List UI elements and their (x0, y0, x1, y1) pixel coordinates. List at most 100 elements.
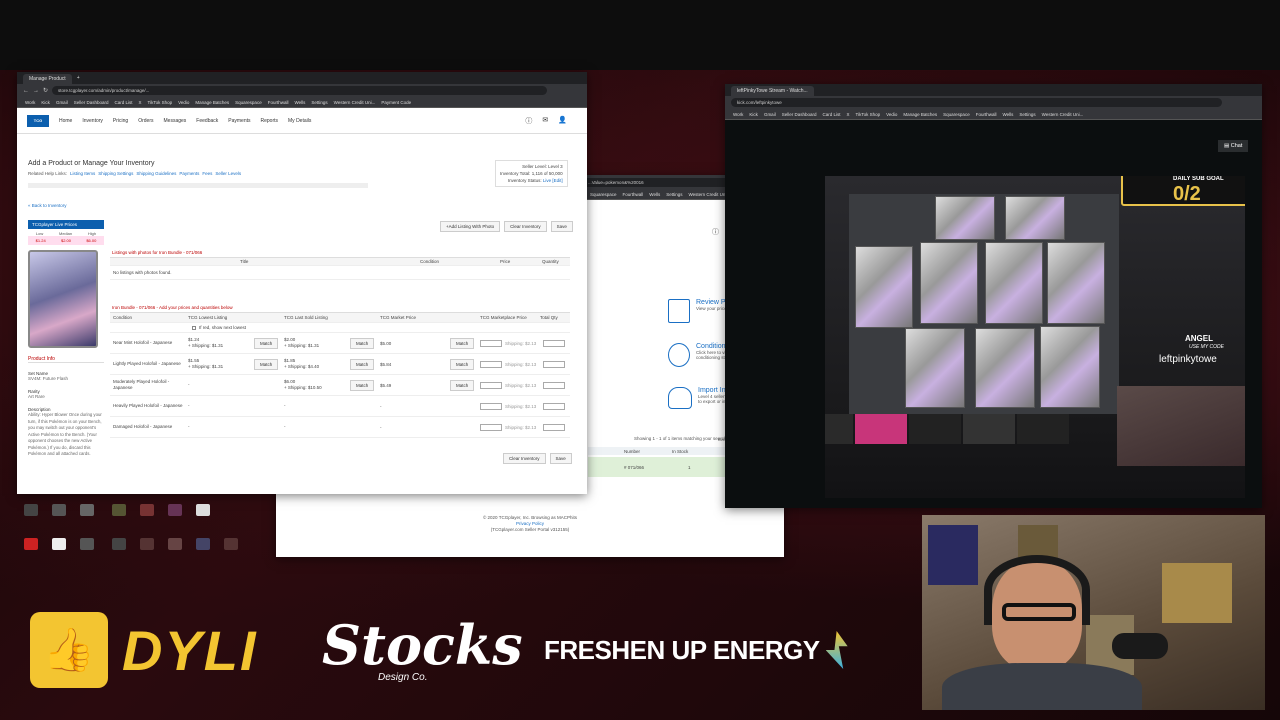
match-button[interactable]: Match (450, 337, 474, 349)
bookmark-item[interactable]: Squarespace (235, 100, 262, 105)
clear-inventory-button-bottom[interactable]: Clear Inventory (503, 453, 546, 464)
bookmark-item[interactable]: Gmail (56, 100, 68, 105)
kick-bookmark[interactable]: Kick (749, 112, 758, 117)
back-icon[interactable]: ← (23, 88, 29, 94)
clear-inventory-button[interactable]: Clear Inventory (504, 221, 547, 232)
new-tab-icon[interactable]: + (77, 75, 80, 81)
help-link[interactable]: Listing Items (70, 171, 95, 176)
user-icon[interactable]: 👤 (558, 116, 567, 126)
desktop-icon[interactable] (112, 504, 126, 516)
bookmark-item[interactable]: Manage Batches (195, 100, 229, 105)
second-bookmark[interactable]: Fourthwall (623, 192, 644, 197)
desktop-icon[interactable] (80, 538, 94, 550)
kick-bookmark[interactable]: Work (733, 112, 743, 117)
desktop-icon[interactable] (196, 538, 210, 550)
second-bookmark[interactable]: Settings (666, 192, 682, 197)
match-button[interactable]: Match (450, 379, 474, 391)
nav-orders[interactable]: Orders (138, 118, 153, 124)
bookmark-item[interactable]: Payment Code (381, 100, 411, 105)
kick-bookmark[interactable]: Vedio (886, 112, 897, 117)
match-button[interactable]: Match (350, 337, 374, 349)
kick-bookmark[interactable]: Squarespace (943, 112, 970, 117)
marketplace-price-input[interactable] (480, 381, 502, 389)
save-button[interactable]: Save (550, 221, 573, 232)
desktop-icon[interactable] (168, 538, 182, 550)
kick-url-bar[interactable]: kick.com/leftpinkytowe (731, 98, 1222, 107)
bookmark-item[interactable]: Card List (114, 100, 132, 105)
add-listing-photo-button[interactable]: +Add Listing With Photo (440, 221, 501, 232)
quantity-input[interactable] (543, 339, 565, 347)
kick-bookmark[interactable]: Settings (1019, 112, 1035, 117)
match-button[interactable]: Match (350, 379, 374, 391)
stream-video[interactable]: DAILY SUB GOAL 0/2 ANGEL USE MY CODE lef… (825, 176, 1245, 498)
bookmark-item[interactable]: Western Credit Uni... (334, 100, 376, 105)
chat-button[interactable]: ▤ Chat (1218, 140, 1249, 152)
help-link[interactable]: Payments (179, 171, 199, 176)
bookmark-item[interactable]: Settings (311, 100, 327, 105)
kick-bookmark[interactable]: Wells (1002, 112, 1013, 117)
help-link[interactable]: Shipping Settings (98, 171, 133, 176)
nav-inventory[interactable]: Inventory (82, 118, 103, 124)
reload-icon[interactable]: ↻ (43, 87, 48, 94)
inventory-status-link[interactable]: Live [Edit] (543, 178, 563, 183)
second-bookmark[interactable]: Wells (649, 192, 660, 197)
desktop-icon[interactable] (112, 538, 126, 550)
nav-pricing[interactable]: Pricing (113, 118, 128, 124)
desktop-icon[interactable] (168, 504, 182, 516)
quantity-input[interactable] (543, 360, 565, 368)
match-button[interactable]: Match (254, 358, 278, 370)
bookmark-item[interactable]: Work (25, 100, 35, 105)
quantity-input[interactable] (543, 402, 565, 410)
browser-tab[interactable]: Manage Product (23, 74, 72, 84)
bookmark-item[interactable]: Wells (294, 100, 305, 105)
desktop-icon[interactable] (80, 504, 94, 516)
forward-icon[interactable]: → (33, 88, 39, 94)
nav-feedback[interactable]: Feedback (196, 118, 218, 124)
kick-bookmark[interactable]: TikTok Shop (856, 112, 881, 117)
bookmark-item[interactable]: X (139, 100, 142, 105)
nav-reports[interactable]: Reports (261, 118, 279, 124)
second-url-bar[interactable]: ...Value=pokemon&%20016 (582, 177, 744, 187)
match-button[interactable]: Match (450, 358, 474, 370)
back-to-inventory-link[interactable]: « Back to Inventory (28, 203, 67, 208)
quantity-input[interactable] (543, 423, 565, 431)
col-in-stock[interactable]: In Stock (672, 449, 688, 454)
show-next-lowest-checkbox[interactable] (192, 325, 196, 330)
quantity-input[interactable] (543, 381, 565, 389)
bookmark-item[interactable]: Seller Dashboard (74, 100, 109, 105)
desktop-icon[interactable] (224, 538, 238, 550)
marketplace-price-input[interactable] (480, 360, 502, 368)
kick-bookmark[interactable]: Fourthwall (976, 112, 997, 117)
save-button-bottom[interactable]: Save (549, 453, 572, 464)
desktop-icon[interactable] (24, 538, 38, 550)
desktop-icon[interactable] (140, 504, 154, 516)
kick-bookmark[interactable]: X (847, 112, 850, 117)
help-icon[interactable]: ⓘ (712, 227, 719, 237)
desktop-icon[interactable] (24, 504, 38, 516)
desktop-icon[interactable] (140, 538, 154, 550)
messages-icon[interactable]: ✉ (542, 116, 548, 126)
marketplace-price-input[interactable] (480, 339, 502, 347)
bookmark-item[interactable]: TikTok Shop (148, 100, 173, 105)
nav-messages[interactable]: Messages (164, 118, 187, 124)
kick-bookmark[interactable]: Gmail (764, 112, 776, 117)
bookmark-item[interactable]: Kick (41, 100, 50, 105)
match-button[interactable]: Match (254, 337, 278, 349)
help-link[interactable]: Shipping Guidelines (136, 171, 176, 176)
bookmark-item[interactable]: Vedio (178, 100, 189, 105)
nav-payments[interactable]: Payments (228, 118, 250, 124)
kick-bookmark[interactable]: Seller Dashboard (782, 112, 817, 117)
second-bookmark[interactable]: Western Credit Uni... (688, 192, 730, 197)
marketplace-price-input[interactable] (480, 402, 502, 410)
kick-bookmark[interactable]: Card List (822, 112, 840, 117)
nav-home[interactable]: Home (59, 118, 72, 124)
bookmark-item[interactable]: Fourthwall (268, 100, 289, 105)
desktop-icon[interactable] (196, 504, 210, 516)
kick-browser-tab[interactable]: leftPinkyTowe Stream - Watch... (731, 86, 814, 96)
kick-bookmark[interactable]: Manage Batches (903, 112, 937, 117)
help-icon[interactable]: ⓘ (525, 116, 532, 126)
match-button[interactable]: Match (350, 358, 374, 370)
nav-my-details[interactable]: My Details (288, 118, 311, 124)
second-bookmark[interactable]: Squarespace (590, 192, 617, 197)
tcgplayer-logo[interactable]: TCG (27, 114, 49, 127)
